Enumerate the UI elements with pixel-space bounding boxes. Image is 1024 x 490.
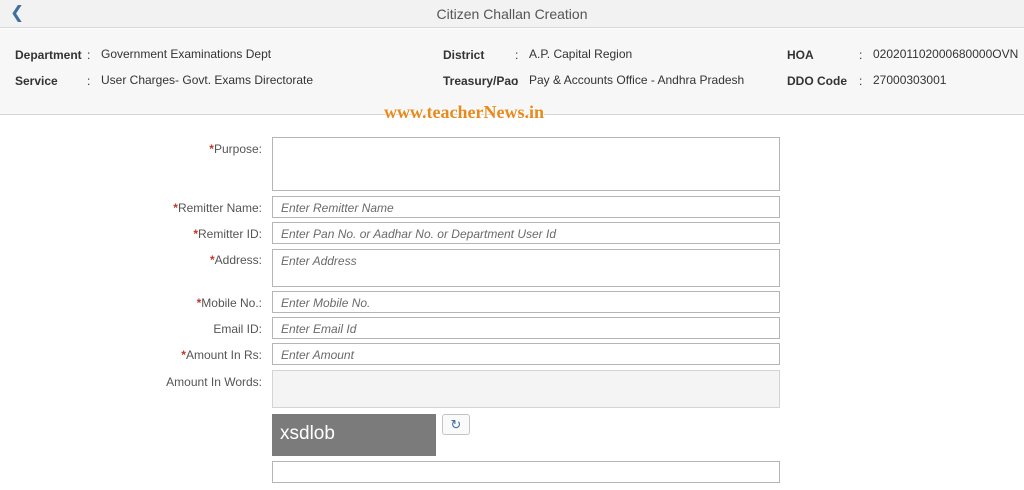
hoa-colon: : — [859, 48, 863, 62]
department-colon: : — [87, 48, 91, 62]
treasury-label: Treasury/Pao — [443, 74, 519, 88]
service-value: User Charges- Govt. Exams Directorate — [101, 73, 314, 87]
page-title: Citizen Challan Creation — [436, 6, 588, 22]
remitter-name-input[interactable]: Enter Remitter Name — [272, 196, 780, 218]
service-label: Service — [15, 74, 58, 88]
treasury-value: Pay & Accounts Office - Andhra Pradesh — [529, 73, 745, 87]
district-label: District — [443, 48, 485, 62]
remitter-id-label: *Remitter ID: — [193, 227, 262, 241]
district-colon: : — [515, 48, 519, 62]
watermark: www.teacherNews.in — [384, 102, 544, 122]
captcha-input[interactable] — [272, 461, 780, 483]
email-input[interactable]: Enter Email Id — [272, 317, 780, 339]
remitter-id-input[interactable]: Enter Pan No. or Aadhar No. or Departmen… — [272, 222, 780, 244]
ddo-code-label: DDO Code — [787, 74, 847, 88]
hoa-label: HOA — [787, 48, 814, 62]
mobile-label: *Mobile No.: — [197, 296, 262, 310]
ddo-code-value: 27000303001 — [873, 73, 947, 87]
amount-label: *Amount In Rs: — [181, 348, 262, 362]
purpose-label: *Purpose: — [209, 142, 262, 156]
address-label-text: Address: — [214, 253, 262, 267]
service-colon: : — [87, 74, 91, 88]
remitter-name-label: *Remitter Name: — [173, 201, 262, 215]
refresh-icon[interactable]: ↻ — [442, 414, 470, 435]
amount-label-text: Amount In Rs: — [185, 348, 262, 362]
mobile-label-text: Mobile No.: — [201, 296, 262, 310]
ddo-code-colon: : — [859, 74, 863, 88]
email-label: Email ID: — [213, 322, 262, 336]
amount-input[interactable]: Enter Amount — [272, 343, 780, 365]
department-value: Government Examinations Dept — [101, 47, 272, 61]
hoa-value: 020201102000680000OVN — [873, 47, 1019, 61]
purpose-input[interactable] — [272, 137, 780, 191]
mobile-input[interactable]: Enter Mobile No. — [272, 291, 780, 313]
address-input[interactable]: Enter Address — [272, 249, 780, 287]
amount-words-label: Amount In Words: — [166, 375, 262, 389]
department-label: Department — [15, 48, 82, 62]
title-bar: ❮ Citizen Challan Creation — [0, 0, 1024, 28]
address-label: *Address: — [210, 253, 262, 267]
captcha-image: xsdlob — [272, 414, 436, 456]
amount-words-field — [272, 370, 780, 408]
remitter-name-label-text: Remitter Name: — [177, 201, 262, 215]
remitter-id-label-text: Remitter ID: — [197, 227, 262, 241]
purpose-label-text: Purpose: — [213, 142, 262, 156]
district-value: A.P. Capital Region — [529, 47, 633, 61]
treasury-colon: : — [515, 74, 519, 88]
